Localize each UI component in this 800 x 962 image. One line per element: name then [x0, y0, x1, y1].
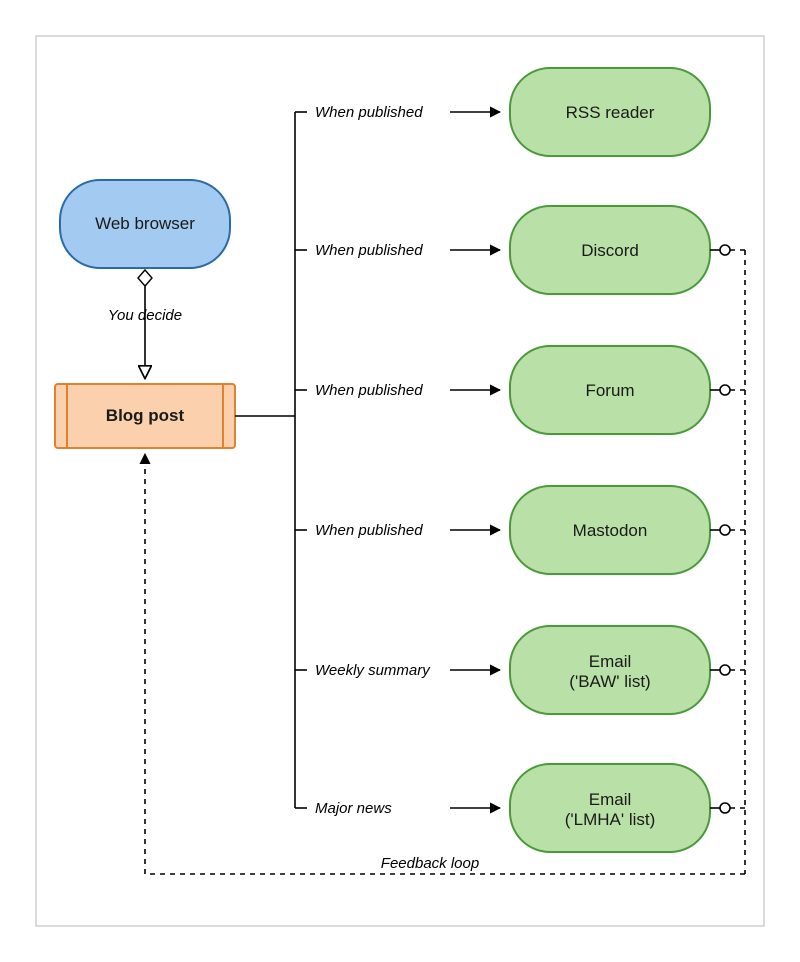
channel-node-label: RSS reader — [566, 103, 655, 122]
channel-node-label: Discord — [581, 241, 639, 260]
channels-group: When published RSS reader When published Di… — [295, 68, 745, 852]
feedback-join-icon — [720, 245, 730, 255]
channel-row: When published RSS reader — [295, 68, 710, 156]
channel-edge-label: Major news — [315, 800, 392, 817]
channel-edge-label: When published — [315, 104, 423, 121]
node-blog-post-label: Blog post — [106, 406, 185, 425]
node-blog-post: Blog post — [55, 384, 235, 448]
node-web-browser-label: Web browser — [95, 214, 195, 233]
edge-you-decide: You decide — [108, 270, 182, 378]
channel-node-label: Mastodon — [573, 521, 648, 540]
feedback-join-icon — [720, 665, 730, 675]
channel-edge-label: When published — [315, 382, 423, 399]
channel-edge-label: When published — [315, 242, 423, 259]
channel-row: Major newsEmail('LMHA' list) — [295, 764, 745, 852]
channel-row: Weekly summaryEmail('BAW' list) — [295, 626, 745, 714]
channel-row: When published Forum — [295, 346, 745, 434]
feedback-join-icon — [720, 803, 730, 813]
channel-node-label: Forum — [585, 381, 634, 400]
fanout-trunk — [235, 112, 295, 808]
feedback-join-icon — [720, 525, 730, 535]
channel-row: When published Mastodon — [295, 486, 745, 574]
node-web-browser: Web browser — [60, 180, 230, 268]
feedback-join-icon — [720, 385, 730, 395]
feedback-loop-label: Feedback loop — [381, 855, 479, 872]
channel-row: When published Discord — [295, 206, 745, 294]
edge-you-decide-label: You decide — [108, 307, 182, 324]
channel-edge-label: Weekly summary — [315, 662, 431, 679]
channel-edge-label: When published — [315, 522, 423, 539]
